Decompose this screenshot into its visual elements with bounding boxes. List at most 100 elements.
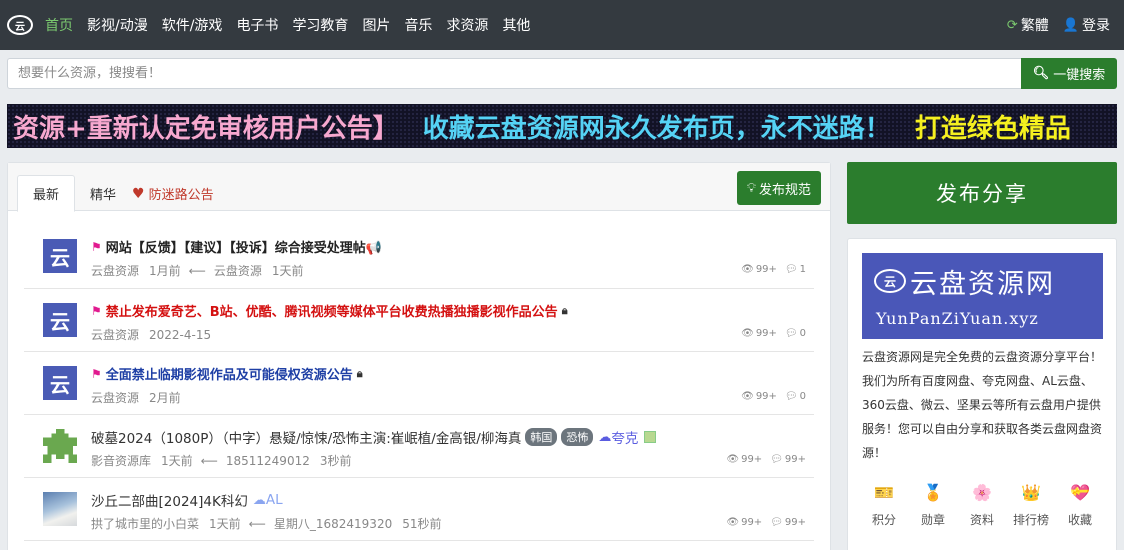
nav-item-software[interactable]: 软件/游戏 bbox=[162, 15, 223, 35]
refresh-icon: ⟳ bbox=[1006, 17, 1018, 33]
search-button[interactable]: 🔍︎ 一键搜索 bbox=[1021, 58, 1117, 89]
eye-icon: 👁︎ bbox=[726, 517, 740, 528]
tag-badge[interactable]: 韩国 bbox=[525, 428, 558, 446]
thread-meta: 云盘资源 2月前 bbox=[91, 389, 181, 406]
announcement-marquee[interactable]: 资源+重新认定免审核用户公告】 收藏云盘资源网永久发布页，永不迷路！ 打造绿色精… bbox=[7, 104, 1117, 148]
medals-link[interactable]: 🏅 勋章 bbox=[911, 483, 955, 528]
leaderboard-label: 排行榜 bbox=[1012, 513, 1049, 527]
login-link[interactable]: 👤 登录 bbox=[1063, 15, 1110, 35]
favorites-link[interactable]: 💝 收藏 bbox=[1058, 483, 1102, 528]
avatar[interactable]: 云 bbox=[43, 366, 77, 400]
marquee-text-3: 打造绿色精品 bbox=[914, 113, 1071, 144]
tab-featured[interactable]: 精华 bbox=[90, 175, 116, 212]
thread-stats: 👁︎ 99+ 💬︎ 1 bbox=[741, 264, 806, 275]
nav-right: ⟳ 繁體 👤 登录 bbox=[993, 0, 1110, 50]
thread-row: 云 ⚑ 全面禁止临期影视作品及可能侵权资源公告 🔒︎ 云盘资源 2月前 👁︎ 99+… bbox=[24, 352, 814, 415]
thread-title-text: 禁止发布爱奇艺、B站、优酷、腾讯视频等媒体平台收费热播独播影视作品公告 bbox=[105, 305, 558, 320]
cloud-icon: ☁ bbox=[598, 429, 612, 445]
publish-share-button[interactable]: 发布分享 bbox=[847, 162, 1117, 224]
eye-icon: 👁︎ bbox=[726, 454, 740, 465]
tab-latest[interactable]: 最新 bbox=[17, 175, 75, 212]
thread-title[interactable]: ⚑ 全面禁止临期影视作品及可能侵权资源公告 🔒︎ bbox=[91, 364, 363, 384]
nav-item-images[interactable]: 图片 bbox=[362, 15, 390, 35]
last-reply-user[interactable]: 18511249012 bbox=[226, 454, 310, 468]
last-reply-user[interactable]: 云盘资源 bbox=[214, 264, 262, 278]
thread-time: 1天前 bbox=[209, 517, 241, 531]
view-count: 99+ bbox=[755, 328, 777, 339]
nav-item-home[interactable]: 首页 bbox=[45, 15, 73, 35]
favorites-label: 收藏 bbox=[1067, 513, 1092, 527]
nav-item-education[interactable]: 学习教育 bbox=[292, 15, 348, 35]
thread-title-text: 破墓2024（1080P）（中字）悬疑/惊悚/恐怖主演:崔岷植/金高银/柳海真 bbox=[91, 431, 522, 447]
thread-tabs: 最新 精华 ♥ 防迷路公告 💡︎ 发布规范 bbox=[8, 163, 830, 212]
thread-panel: 最新 精华 ♥ 防迷路公告 💡︎ 发布规范 云 ⚑ 网站【反馈】【建议】【投诉】… bbox=[7, 162, 831, 550]
last-reply-time: 1天前 bbox=[271, 264, 304, 278]
thread-author[interactable]: 影音资源库 bbox=[91, 454, 151, 468]
tag-badge[interactable]: 恐怖 bbox=[561, 428, 594, 446]
lock-icon: 🔒︎ bbox=[356, 366, 363, 380]
view-count: 99+ bbox=[741, 517, 763, 528]
crown-icon: 👑 bbox=[1021, 483, 1041, 502]
thread-title[interactable]: 破墓2024（1080P）（中字）悬疑/惊悚/恐怖主演:崔岷植/金高银/柳海真 … bbox=[91, 427, 657, 447]
points-link[interactable]: 🎫 积分 bbox=[862, 483, 906, 528]
leaderboard-link[interactable]: 👑 排行榜 bbox=[1009, 483, 1053, 528]
quick-links: 🎫 积分 🏅 勋章 🌸 资料 👑 排行榜 💝 收藏 bbox=[862, 483, 1102, 528]
traditional-toggle[interactable]: ⟳ 繁體 bbox=[1007, 15, 1049, 35]
eye-icon: 👁︎ bbox=[741, 391, 754, 402]
comment-icon: 💬︎ bbox=[770, 517, 783, 528]
profile-link[interactable]: 🌸 资料 bbox=[960, 483, 1004, 528]
avatar[interactable]: 云 bbox=[43, 303, 77, 337]
thread-author[interactable]: 拱了城市里的小白菜 bbox=[91, 517, 199, 531]
thread-meta: 拱了城市里的小白菜 1天前 ⟵ 星期八_1682419320 51秒前 bbox=[91, 515, 442, 532]
nav-item-request[interactable]: 求资源 bbox=[446, 15, 488, 35]
medal-icon: 🏅 bbox=[923, 483, 943, 502]
tab-announcement-label: 防迷路公告 bbox=[148, 188, 214, 203]
thread-title[interactable]: ⚑ 网站【反馈】【建议】【投诉】综合接受处理帖📢 bbox=[91, 237, 382, 257]
thread-author[interactable]: 云盘资源 bbox=[91, 391, 139, 405]
avatar[interactable] bbox=[43, 429, 77, 463]
last-reply-user[interactable]: 星期八_1682419320 bbox=[274, 517, 392, 531]
thread-author[interactable]: 云盘资源 bbox=[91, 264, 139, 278]
thread-title[interactable]: 沙丘二部曲[2024]4K科幻 ☁ AL bbox=[91, 490, 283, 510]
nav-item-music[interactable]: 音乐 bbox=[404, 15, 432, 35]
brand-name: 云盘资源网 bbox=[910, 269, 1055, 300]
nav-item-ebook[interactable]: 电子书 bbox=[236, 15, 278, 35]
brand-url: YunPanZiYuan.xyz bbox=[876, 309, 1039, 328]
thread-meta: 云盘资源 1月前 ⟵ 云盘资源 1天前 bbox=[91, 262, 304, 279]
site-logo[interactable]: 云 bbox=[7, 15, 33, 35]
eye-icon: 👁︎ bbox=[741, 264, 754, 275]
avatar[interactable] bbox=[43, 492, 77, 526]
avatar[interactable]: 云 bbox=[43, 239, 77, 273]
posting-rules-button[interactable]: 💡︎ 发布规范 bbox=[736, 171, 821, 205]
thread-author[interactable]: 云盘资源 bbox=[91, 328, 139, 342]
heart-icon: ♥ bbox=[132, 185, 145, 202]
thread-stats: 👁︎ 99+ 💬︎ 0 bbox=[741, 328, 806, 339]
nav-item-video[interactable]: 影视/动漫 bbox=[87, 15, 148, 35]
search-input[interactable] bbox=[7, 58, 1021, 89]
brand-banner[interactable]: 云 云盘资源网 YunPanZiYuan.xyz bbox=[862, 253, 1103, 339]
thread-stats: 👁︎ 99+ 💬︎ 99+ bbox=[726, 454, 806, 465]
thread-time: 2月前 bbox=[149, 391, 181, 405]
comment-count: 0 bbox=[799, 328, 806, 339]
comment-icon: 💬︎ bbox=[784, 391, 798, 402]
nav-item-other[interactable]: 其他 bbox=[502, 15, 530, 35]
lightbulb-icon: 💡︎ bbox=[746, 180, 756, 196]
thread-title-text: 网站【反馈】【建议】【投诉】综合接受处理帖📢 bbox=[105, 241, 382, 256]
thread-row: 云 ⚑ 网站【反馈】【建议】【投诉】综合接受处理帖📢 云盘资源 1月前 ⟵ 云盘资源 1… bbox=[24, 225, 814, 289]
thread-stats: 👁︎ 99+ 💬︎ 0 bbox=[741, 391, 806, 402]
ticket-icon: 🎫 bbox=[874, 483, 894, 502]
thread-title[interactable]: ⚑ 禁止发布爱奇艺、B站、优酷、腾讯视频等媒体平台收费热播独播影视作品公告 🔒︎ bbox=[91, 301, 568, 321]
reply-arrow-icon: ⟵ bbox=[200, 454, 218, 468]
heart-gift-icon: 💝 bbox=[1070, 483, 1090, 502]
thread-meta: 影音资源库 1天前 ⟵ 18511249012 3秒前 bbox=[91, 452, 351, 469]
reply-arrow-icon: ⟵ bbox=[248, 517, 266, 531]
thread-title-text: 全面禁止临期影视作品及可能侵权资源公告 bbox=[105, 368, 353, 383]
tab-announcement[interactable]: ♥ 防迷路公告 bbox=[132, 175, 214, 212]
marquee-text-2: 收藏云盘资源网永久发布页，永不迷路！ bbox=[422, 113, 891, 144]
medals-label: 勋章 bbox=[920, 513, 945, 527]
view-count: 99+ bbox=[755, 391, 777, 402]
points-label: 积分 bbox=[871, 513, 896, 527]
disk-label: AL bbox=[265, 492, 283, 508]
flag-icon: ⚑ bbox=[91, 303, 102, 318]
site-description: 云盘资源网是完全免费的云盘资源分享平台！我们为所有百度网盘、夸克网盘、AL云盘、… bbox=[862, 350, 1103, 460]
